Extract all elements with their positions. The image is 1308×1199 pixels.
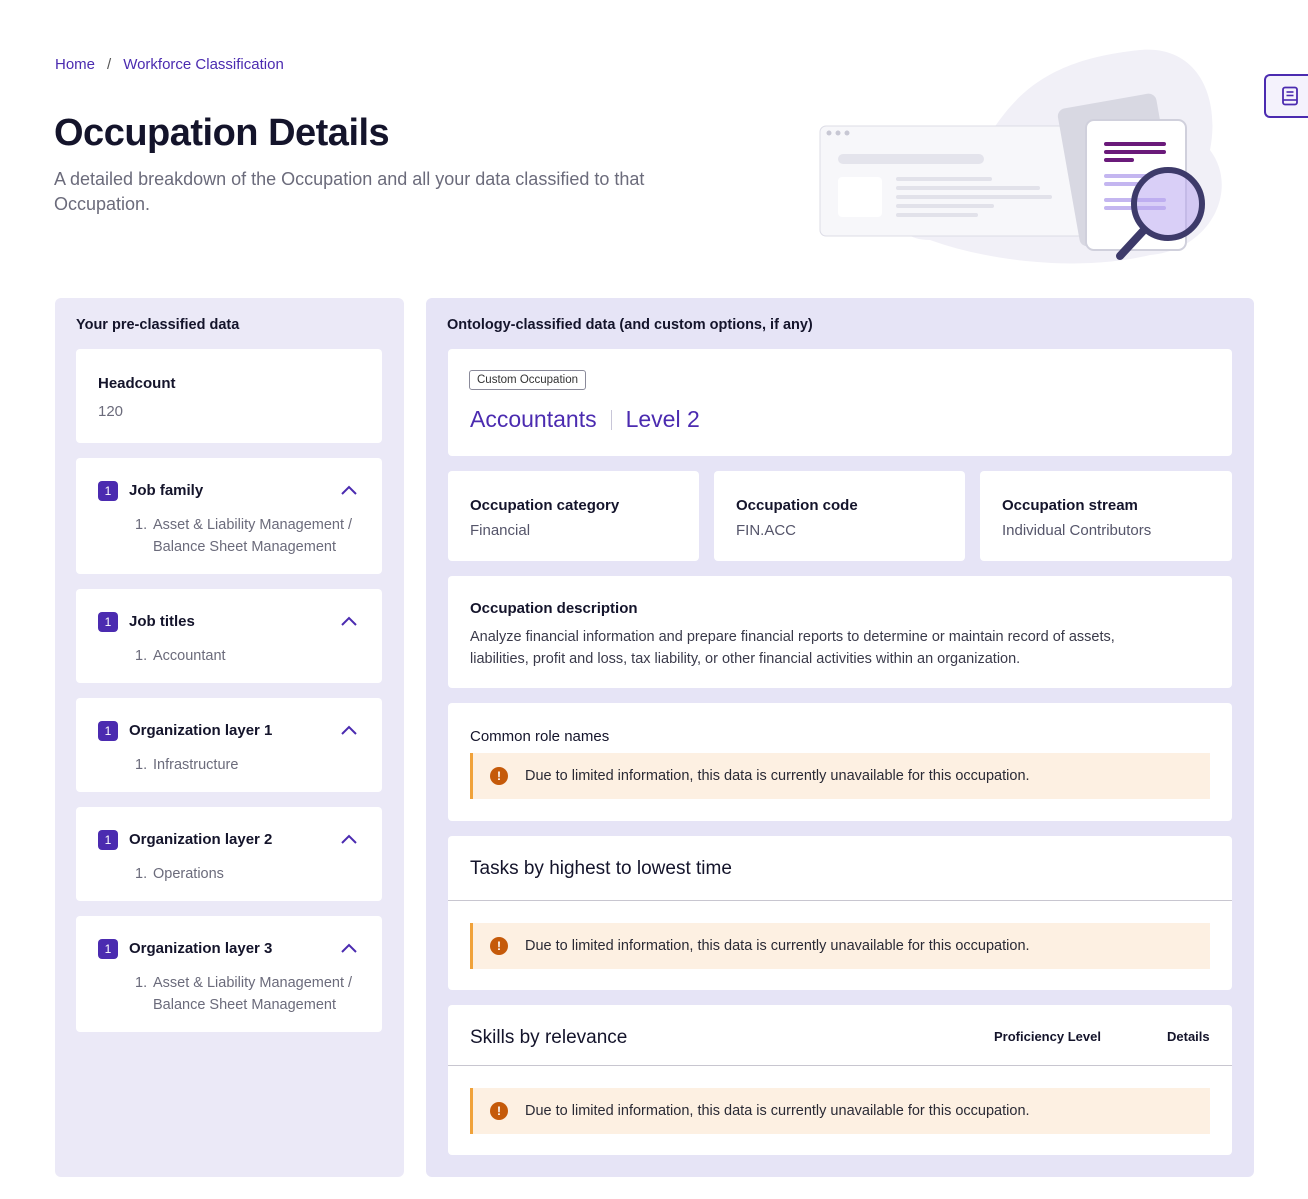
list-item: 1. Asset & Liability Management / Balance… (135, 517, 353, 555)
org-layer-2-list: 1. Operations (135, 863, 375, 885)
warning-icon: ! (490, 1102, 508, 1120)
list-item: 1. Asset & Liability Management / Balance… (135, 975, 353, 1013)
breadcrumb: Home / Workforce Classification (55, 56, 284, 73)
occupation-description-label: Occupation description (470, 600, 638, 617)
list-item: 1. Operations (135, 866, 224, 882)
occupation-code-label: Occupation code (736, 497, 858, 514)
unavailable-alert: ! Due to limited information, this data … (470, 1088, 1210, 1134)
org-layer-1-list: 1. Infrastructure (135, 754, 375, 776)
custom-occupation-tag: Custom Occupation (469, 370, 586, 390)
org-layer-2-label: Organization layer 2 (129, 831, 273, 848)
occupation-category-label: Occupation category (470, 497, 620, 514)
org-layer-3-list: 1. Asset & Liability Management / Balance… (135, 972, 375, 1016)
headcount-label: Headcount (98, 375, 176, 392)
count-badge: 1 (98, 481, 118, 501)
occupation-code-card: Occupation code FIN.ACC (714, 471, 965, 561)
pre-classified-heading: Your pre-classified data (76, 317, 240, 333)
count-badge: 1 (98, 830, 118, 850)
title-divider (610, 409, 612, 430)
alert-text: Due to limited information, this data is… (525, 1103, 1030, 1119)
count-badge: 1 (98, 721, 118, 741)
chevron-up-icon[interactable] (340, 615, 358, 627)
job-family-card: 1 Job family 1. Asset & Liability Managem… (76, 458, 382, 574)
list-item: 1. Infrastructure (135, 757, 239, 773)
alert-text: Due to limited information, this data is… (525, 938, 1030, 954)
chevron-up-icon[interactable] (340, 484, 358, 496)
details-header: Details (1167, 1029, 1210, 1044)
pre-classified-panel: Your pre-classified data Headcount 120 1… (55, 298, 404, 1177)
tasks-card: Tasks by highest to lowest time ! Due to… (448, 836, 1232, 990)
job-titles-list: 1. Accountant (135, 645, 375, 667)
tasks-title: Tasks by highest to lowest time (470, 858, 732, 879)
org-layer-2-card: 1 Organization layer 2 1. Operations (76, 807, 382, 901)
org-layer-3-label: Organization layer 3 (129, 940, 273, 957)
occupation-header-card: Custom Occupation Accountants Level 2 (448, 349, 1232, 456)
document-search-illustration (819, 49, 1222, 264)
breadcrumb-separator: / (107, 56, 112, 73)
occupation-description-text: Analyze financial information and prepar… (470, 629, 1115, 667)
notes-side-button[interactable] (1264, 74, 1308, 118)
common-role-names-label: Common role names (470, 728, 610, 745)
occupation-category-card: Occupation category Financial (448, 471, 699, 561)
occupation-title: Accountants Level 2 (470, 406, 700, 433)
chevron-up-icon[interactable] (340, 724, 358, 736)
warning-icon: ! (490, 937, 508, 955)
page-subtitle: A detailed breakdown of the Occupation a… (54, 169, 645, 214)
headcount-value: 120 (98, 403, 124, 420)
breadcrumb-home-link[interactable]: Home (55, 56, 95, 73)
occupation-name: Accountants (470, 406, 597, 432)
list-item: 1. Accountant (135, 648, 226, 664)
ontology-panel: Ontology-classified data (and custom opt… (426, 298, 1254, 1177)
occupation-stream-label: Occupation stream (1002, 497, 1138, 514)
occupation-level: Level 2 (625, 406, 700, 432)
warning-icon: ! (490, 767, 508, 785)
job-family-label: Job family (129, 482, 204, 499)
job-titles-card: 1 Job titles 1. Accountant (76, 589, 382, 683)
count-badge: 1 (98, 612, 118, 632)
skills-title: Skills by relevance (470, 1027, 628, 1048)
page-title: Occupation Details (54, 112, 390, 154)
count-badge: 1 (98, 939, 118, 959)
occupation-description-card: Occupation description Analyze financial… (448, 576, 1232, 688)
occupation-category-value: Financial (470, 522, 531, 539)
headcount-card: Headcount 120 (76, 349, 382, 443)
breadcrumb-current-link[interactable]: Workforce Classification (123, 56, 284, 73)
job-titles-label: Job titles (129, 613, 195, 630)
chevron-up-icon[interactable] (340, 833, 358, 845)
unavailable-alert: ! Due to limited information, this data … (470, 923, 1210, 969)
org-layer-3-card: 1 Organization layer 3 1. Asset & Liabili… (76, 916, 382, 1032)
unavailable-alert: ! Due to limited information, this data … (470, 753, 1210, 799)
document-icon (1282, 86, 1298, 106)
org-layer-1-card: 1 Organization layer 1 1. Infrastructure (76, 698, 382, 792)
skills-card: Skills by relevance Proficiency Level De… (448, 1005, 1232, 1155)
occupation-code-value: FIN.ACC (736, 522, 796, 539)
alert-text: Due to limited information, this data is… (525, 768, 1030, 784)
ontology-heading: Ontology-classified data (and custom opt… (447, 317, 813, 333)
occupation-stream-value: Individual Contributors (1002, 522, 1152, 539)
occupation-stream-card: Occupation stream Individual Contributor… (980, 471, 1232, 561)
section-divider (448, 900, 1232, 901)
org-layer-1-label: Organization layer 1 (129, 722, 273, 739)
proficiency-level-header: Proficiency Level (994, 1029, 1101, 1044)
section-divider (448, 1065, 1232, 1066)
common-role-names-card: Common role names ! Due to limited infor… (448, 703, 1232, 821)
chevron-up-icon[interactable] (340, 942, 358, 954)
job-family-list: 1. Asset & Liability Management / Balance… (135, 514, 375, 558)
